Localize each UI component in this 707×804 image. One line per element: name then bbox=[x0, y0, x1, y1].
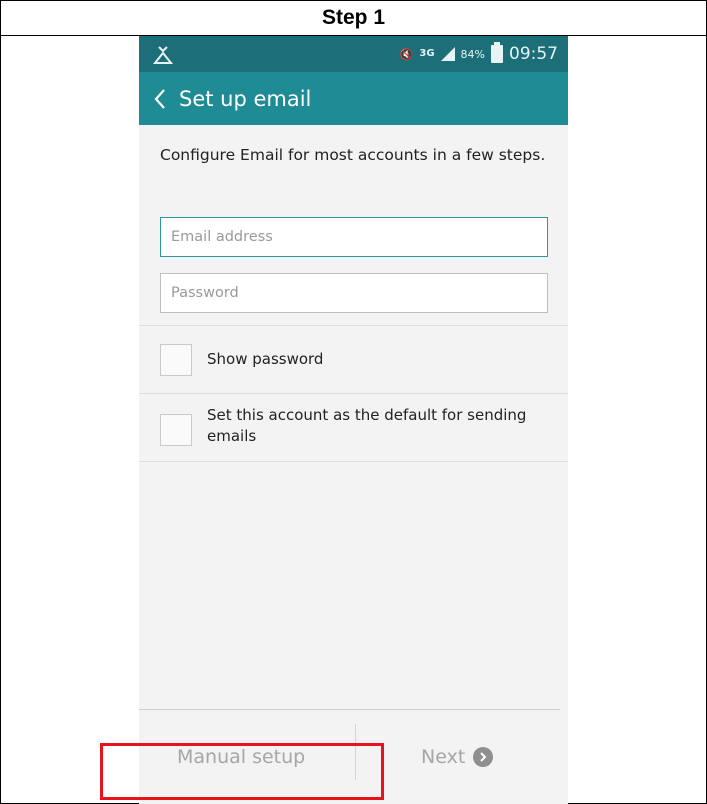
network-type: 3G bbox=[419, 48, 435, 59]
battery-icon bbox=[491, 42, 503, 63]
show-password-row[interactable]: Show password bbox=[139, 326, 568, 393]
status-indicators: 🔇 3G 84% 09:57 bbox=[400, 36, 558, 72]
next-button[interactable]: Next bbox=[421, 746, 494, 768]
show-password-checkbox[interactable] bbox=[160, 344, 192, 376]
manual-setup-button[interactable]: Manual setup bbox=[177, 746, 305, 768]
chevron-left-icon[interactable] bbox=[145, 84, 175, 114]
chevron-right-circle-icon bbox=[473, 747, 494, 767]
status-bar: 🔇 3G 84% 09:57 bbox=[139, 36, 568, 72]
phone-screen: 🔇 3G 84% 09:57 Set up email Configure Em… bbox=[139, 36, 568, 804]
battery-percent: 84% bbox=[460, 47, 485, 61]
footer-separator bbox=[355, 724, 356, 780]
password-input[interactable] bbox=[160, 273, 548, 313]
email-address-input[interactable] bbox=[160, 217, 548, 257]
divider bbox=[139, 461, 568, 462]
step-title: Step 1 bbox=[321, 6, 386, 29]
status-time: 09:57 bbox=[509, 44, 558, 64]
mute-icon: 🔇 bbox=[399, 47, 414, 61]
signal-icon bbox=[440, 47, 455, 61]
app-bar: Set up email bbox=[139, 72, 568, 125]
show-password-label: Show password bbox=[207, 350, 324, 368]
default-account-label: Set this account as the default for send… bbox=[207, 406, 527, 445]
next-label: Next bbox=[421, 746, 466, 768]
intro-text: Configure Email for most accounts in a f… bbox=[160, 146, 546, 164]
frame-left-edge bbox=[0, 35, 1, 804]
footer-divider bbox=[139, 709, 560, 710]
default-account-checkbox[interactable] bbox=[160, 414, 192, 446]
default-account-row[interactable]: Set this account as the default for send… bbox=[139, 394, 568, 461]
page-title: Set up email bbox=[179, 86, 312, 111]
notification-icon bbox=[152, 43, 174, 65]
